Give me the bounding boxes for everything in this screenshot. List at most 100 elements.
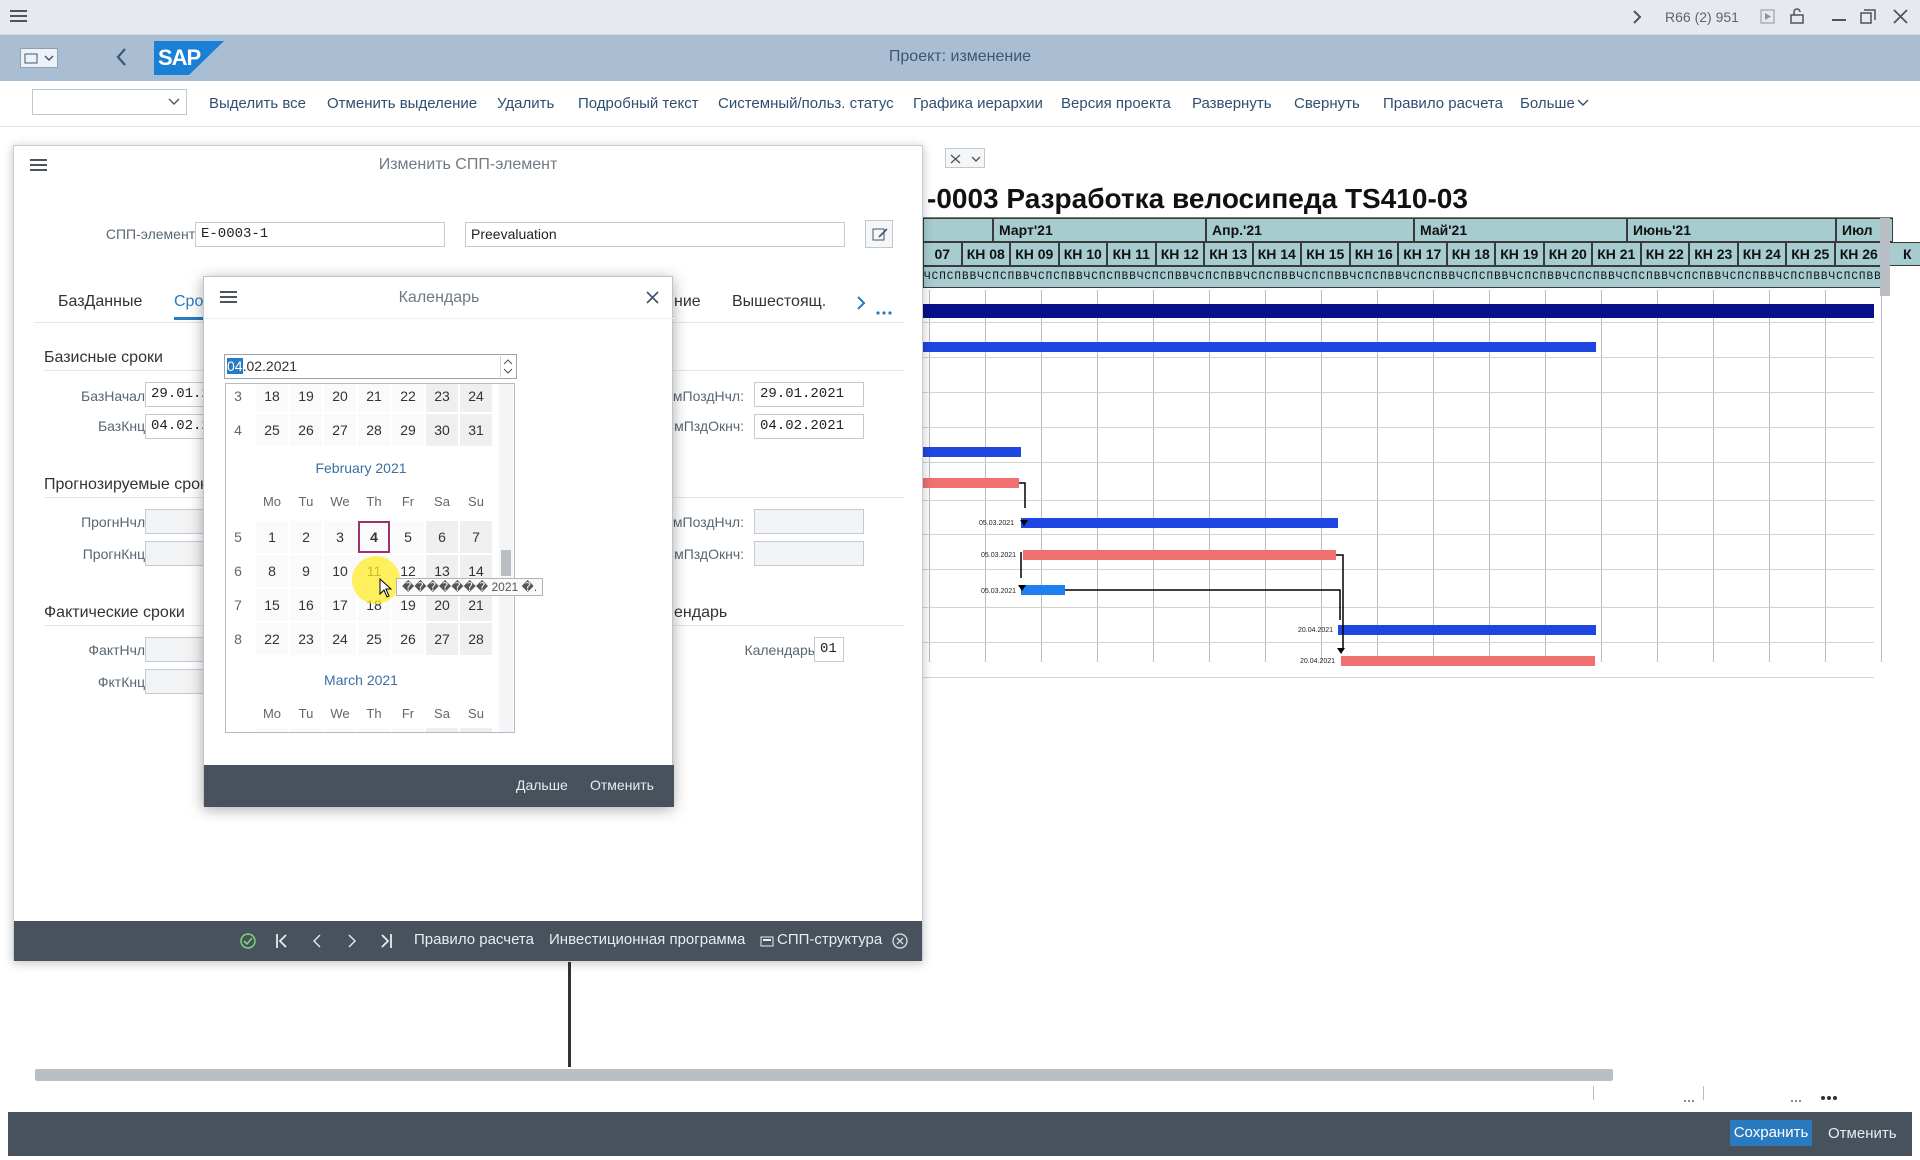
tab-next-icon[interactable] xyxy=(856,296,866,314)
forecast-late-start-input[interactable] xyxy=(754,509,864,534)
status-more-icon[interactable] xyxy=(1820,1088,1838,1105)
calendar-day[interactable]: 28 xyxy=(358,414,390,446)
calendar-day[interactable]: 24 xyxy=(460,384,492,412)
project-version-button[interactable]: Версия проекта xyxy=(1061,95,1171,112)
calendar-scrollbar[interactable] xyxy=(499,384,513,732)
save-button[interactable]: Сохранить xyxy=(1730,1120,1812,1146)
month-name-february: February 2021 xyxy=(315,460,407,476)
expand-button[interactable]: Развернуть xyxy=(1192,95,1272,112)
gantt-vscroll[interactable] xyxy=(1880,218,1890,296)
hierarchy-graphic-button[interactable]: Графика иерархии xyxy=(913,95,1043,112)
delete-button[interactable]: Удалить xyxy=(497,95,554,112)
calendar-day[interactable]: 24 xyxy=(324,623,356,655)
cancel-button[interactable]: Отменить xyxy=(1828,1125,1897,1142)
late-end-input[interactable]: 04.02.2021 xyxy=(754,414,864,439)
late-start-input[interactable]: 29.01.2021 xyxy=(754,382,864,407)
calendar-close-icon[interactable] xyxy=(646,291,659,308)
last-icon[interactable] xyxy=(380,933,392,953)
calendar-day[interactable]: 7 xyxy=(460,521,492,553)
calendar-cancel-button[interactable]: Отменить xyxy=(590,777,654,793)
calendar-day[interactable]: 25 xyxy=(256,414,288,446)
calendar-day[interactable]: 26 xyxy=(392,623,424,655)
spin-icon[interactable] xyxy=(500,356,514,377)
wbs-label: СПП-элемент: xyxy=(105,226,199,242)
minimize-icon[interactable] xyxy=(1832,19,1846,21)
close-icon[interactable] xyxy=(1893,9,1908,28)
calendar-day-partial xyxy=(460,728,492,732)
calendar-day-selected[interactable]: 4 xyxy=(358,521,390,553)
edit-icon[interactable] xyxy=(865,220,893,248)
calc-rule-footer-button[interactable]: Правило расчета xyxy=(414,931,534,948)
collapse-button[interactable]: Свернуть xyxy=(1294,95,1360,112)
wbs-description-input[interactable]: Preevaluation xyxy=(465,222,845,247)
calendar-input[interactable]: 01 xyxy=(814,637,844,662)
menu-icon[interactable] xyxy=(10,9,27,24)
calendar-day[interactable]: 17 xyxy=(324,589,356,621)
wbs-structure-button[interactable]: СПП-структура xyxy=(777,931,882,948)
calendar-day[interactable]: 5 xyxy=(392,521,424,553)
calendar-day[interactable]: 28 xyxy=(460,623,492,655)
calendar-day[interactable]: 16 xyxy=(290,589,322,621)
toolbar-select[interactable] xyxy=(32,89,187,115)
calendar-day[interactable]: 2 xyxy=(290,521,322,553)
calendar-day[interactable]: 27 xyxy=(426,623,458,655)
weekday-label: We xyxy=(330,706,350,721)
next-icon[interactable] xyxy=(347,933,357,953)
weekday-label: Sa xyxy=(434,706,450,721)
horizontal-scrollbar[interactable] xyxy=(35,1069,1613,1081)
tab-assignment[interactable]: ние xyxy=(674,293,701,311)
splitter[interactable] xyxy=(568,962,571,1067)
dialog-title: Изменить СПП-элемент xyxy=(378,156,558,173)
section-calendar: ендарь xyxy=(674,604,728,621)
chevron-down-icon[interactable] xyxy=(1577,99,1589,107)
wbs-input[interactable]: E-0003-1 xyxy=(195,222,445,247)
calendar-day[interactable]: 21 xyxy=(358,384,390,412)
calendar-day[interactable]: 23 xyxy=(290,623,322,655)
calendar-day[interactable]: 27 xyxy=(324,414,356,446)
calendar-day[interactable]: 15 xyxy=(256,589,288,621)
calendar-next-button[interactable]: Дальше xyxy=(516,777,568,793)
gantt-tool-dropdown[interactable] xyxy=(945,148,985,168)
calendar-day[interactable]: 9 xyxy=(290,555,322,587)
play-icon[interactable] xyxy=(1760,9,1775,28)
date-input[interactable]: 04.02.2021 xyxy=(224,354,517,379)
calendar-day[interactable]: 3 xyxy=(324,521,356,553)
chevron-right-icon[interactable] xyxy=(1632,10,1642,28)
first-icon[interactable] xyxy=(276,933,288,953)
calendar-day[interactable]: 22 xyxy=(256,623,288,655)
calendar-day[interactable]: 8 xyxy=(256,555,288,587)
tab-overflow-icon[interactable] xyxy=(876,302,892,319)
calendar-day[interactable]: 23 xyxy=(426,384,458,412)
forecast-late-end-input[interactable] xyxy=(754,541,864,566)
detail-text-button[interactable]: Подробный текст xyxy=(578,95,699,112)
weekday-label: We xyxy=(330,494,350,509)
tab-basic-data[interactable]: БазДанные xyxy=(58,293,142,311)
check-icon[interactable] xyxy=(240,933,256,953)
calc-rule-button[interactable]: Правило расчета xyxy=(1383,95,1503,112)
maximize-icon[interactable] xyxy=(1860,9,1876,28)
deselect-button[interactable]: Отменить выделение xyxy=(327,95,477,112)
calendar-day[interactable]: 26 xyxy=(290,414,322,446)
calendar-day[interactable]: 19 xyxy=(290,384,322,412)
calendar-day[interactable]: 6 xyxy=(426,521,458,553)
calendar-day[interactable]: 18 xyxy=(256,384,288,412)
calendar-day[interactable]: 1 xyxy=(256,521,288,553)
select-all-button[interactable]: Выделить все xyxy=(209,95,306,112)
previous-icon[interactable] xyxy=(312,933,322,953)
tab-superior[interactable]: Вышестоящ. xyxy=(732,293,826,311)
calendar-day[interactable]: 22 xyxy=(392,384,424,412)
status-button[interactable]: Системный/польз. статус xyxy=(718,95,894,112)
more-button[interactable]: Больше xyxy=(1520,95,1575,112)
close-circle-icon[interactable] xyxy=(892,933,908,953)
shell-bar: SAP Проект: изменение xyxy=(0,35,1920,81)
status-dots-icon xyxy=(1790,1090,1802,1107)
calendar-day[interactable]: 25 xyxy=(358,623,390,655)
calendar-day[interactable]: 29 xyxy=(392,414,424,446)
lock-icon[interactable] xyxy=(1790,8,1804,28)
tab-dates[interactable]: Сро xyxy=(174,293,204,320)
calendar-day[interactable]: 30 xyxy=(426,414,458,446)
calendar-day[interactable]: 20 xyxy=(324,384,356,412)
gantt-links xyxy=(1018,482,1345,654)
calendar-day[interactable]: 31 xyxy=(460,414,492,446)
investment-program-button[interactable]: Инвестиционная программа xyxy=(549,931,745,948)
